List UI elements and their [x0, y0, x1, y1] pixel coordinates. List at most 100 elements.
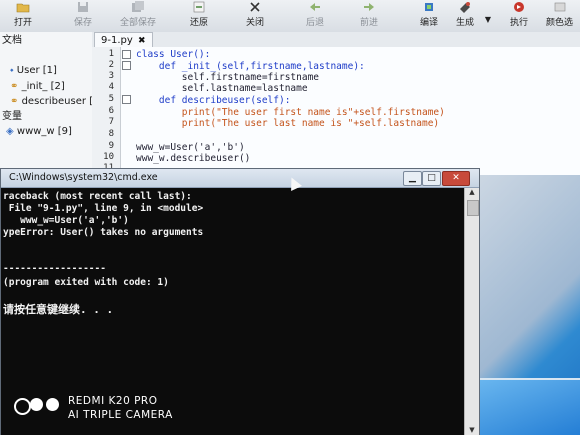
- tree-item-label: describeuser [5: [21, 96, 100, 107]
- line-number: 2: [108, 60, 114, 70]
- folder-icon: [16, 3, 30, 13]
- arrow-right-icon: [364, 3, 374, 11]
- variable-icon: ◈: [6, 126, 14, 137]
- open-label: 打开: [14, 18, 33, 28]
- watermark-dots: [14, 398, 74, 416]
- tree-item-init[interactable]: ⚭ _init_ [2]: [10, 80, 65, 94]
- forward-label: 前进: [360, 18, 379, 28]
- save-icon: [78, 2, 88, 12]
- tree-item-label: www_w [9]: [16, 126, 72, 137]
- tree-item-label: _init_ [2]: [21, 81, 65, 92]
- cmd-titlebar[interactable]: C:\Windows\system32\cmd.exe ▁ □ ✕: [1, 169, 479, 188]
- compile-icon: [425, 3, 433, 11]
- line-number: 4: [108, 82, 114, 92]
- code-line: class User():: [136, 49, 211, 60]
- line-number-gutter: 1 2 3 4 5 6 7 8 9 10 11: [92, 47, 121, 175]
- cmd-title: C:\Windows\system32\cmd.exe: [9, 172, 158, 183]
- tree-item-describeuser[interactable]: ⚭ describeuser [5: [10, 95, 99, 109]
- revert-label: 还原: [190, 18, 209, 28]
- line-number: 8: [108, 129, 114, 139]
- close-label: 关闭: [246, 18, 265, 28]
- back-button[interactable]: 后退: [306, 0, 324, 32]
- fold-toggle[interactable]: [122, 61, 131, 70]
- code-line: print("The user first name is"+self.firs…: [136, 107, 445, 118]
- editor-tabbar: 9-1.py ✖: [92, 32, 580, 48]
- tab-close-icon[interactable]: ✖: [138, 36, 146, 46]
- watermark-model: REDMI K20 PRO: [68, 395, 158, 407]
- arrow-left-icon: [310, 3, 320, 11]
- cmd-scrollbar[interactable]: ▲ ▼: [464, 188, 479, 435]
- class-icon: ⬩: [10, 65, 14, 76]
- tree-header: 文档: [2, 35, 22, 46]
- compile-label: 编译: [420, 18, 439, 28]
- line-number: 3: [108, 71, 114, 81]
- output-line: ypeError: User() takes no arguments: [3, 227, 204, 238]
- color-picker-icon: [554, 2, 565, 12]
- code-editor[interactable]: 1 2 3 4 5 6 7 8 9 10 11 class User(): de…: [92, 47, 580, 175]
- revert-icon: [193, 1, 205, 13]
- monitor-screen: 打开 保存 全部保存 还原 关闭 后退 前进 编译 生成 ▼ 执行 颜色选 文档…: [0, 0, 580, 435]
- method-icon: ⚭: [10, 96, 19, 107]
- execute-button[interactable]: 执行: [510, 0, 528, 32]
- save-label: 保存: [74, 18, 93, 28]
- scroll-thumb[interactable]: [467, 200, 479, 216]
- color-picker-label: 颜色选: [546, 18, 574, 28]
- build-button[interactable]: 生成: [456, 0, 474, 32]
- forward-button[interactable]: 前进: [360, 0, 378, 32]
- fold-toggle[interactable]: [122, 50, 131, 59]
- watermark-dot: [14, 398, 31, 415]
- symbol-tree: 文档 ⬩ User [1] ⚭ _init_ [2] ⚭ describeuse…: [0, 32, 99, 172]
- tree-item-user[interactable]: ⬩ User [1]: [10, 64, 57, 78]
- minimize-icon: ▁: [409, 173, 416, 183]
- line-number: 7: [108, 117, 114, 127]
- execute-label: 执行: [510, 18, 529, 28]
- close-icon: ✕: [452, 173, 460, 183]
- color-picker-button[interactable]: 颜色选: [546, 0, 573, 32]
- code-line: def describeuser(self):: [136, 95, 291, 106]
- tree-section-variables: 变量: [2, 111, 22, 122]
- background-window: [478, 378, 580, 435]
- output-line: File "9-1.py", line 9, in <module>: [3, 203, 204, 214]
- maximize-icon: □: [427, 173, 436, 183]
- code-line: www_w=User('a','b'): [136, 142, 245, 153]
- toolbar: 打开 保存 全部保存 还原 关闭 后退 前进 编译 生成 ▼ 执行 颜色选: [0, 0, 580, 33]
- fold-toggle[interactable]: [122, 95, 131, 104]
- close-button[interactable]: 关闭: [246, 0, 264, 32]
- output-line: raceback (most recent call last):: [3, 191, 192, 202]
- code-line: self.firstname=firstname: [136, 72, 320, 83]
- tree-item-label: User [1]: [16, 65, 57, 76]
- save-all-button[interactable]: 全部保存: [120, 0, 156, 32]
- code-line: www_w.describeuser(): [136, 153, 251, 164]
- tree-item-www-w[interactable]: ◈ www_w [9]: [6, 125, 72, 139]
- tab-9-1-py[interactable]: 9-1.py ✖: [94, 32, 153, 48]
- line-number: 1: [108, 49, 114, 59]
- close-window-button[interactable]: ✕: [442, 171, 470, 186]
- open-button[interactable]: 打开: [14, 0, 32, 32]
- compile-button[interactable]: 编译: [420, 0, 438, 32]
- build-dropdown[interactable]: ▼: [484, 10, 492, 24]
- output-line: 请按任意键继续. . .: [3, 303, 114, 316]
- maximize-button[interactable]: □: [422, 171, 441, 186]
- code-line: def _init_(self,firstname,lastname):: [136, 61, 365, 72]
- minimize-button[interactable]: ▁: [403, 171, 422, 186]
- watermark-dot: [30, 398, 43, 411]
- execute-icon: [514, 2, 524, 12]
- code-line: print("The user last name is "+self.last…: [136, 118, 440, 129]
- output-line: ------------------: [3, 263, 106, 274]
- revert-button[interactable]: 还原: [190, 0, 208, 32]
- line-number: 5: [108, 94, 114, 104]
- watermark-camera: AI TRIPLE CAMERA: [68, 409, 173, 421]
- scroll-up-icon[interactable]: ▲: [467, 188, 477, 198]
- save-all-label: 全部保存: [120, 18, 157, 28]
- save-button[interactable]: 保存: [74, 0, 92, 32]
- build-label: 生成: [456, 18, 475, 28]
- output-line: (program exited with code: 1): [3, 277, 169, 288]
- tab-label: 9-1.py: [101, 35, 133, 46]
- output-line: www_w=User('a','b'): [3, 215, 129, 226]
- line-number: 10: [103, 152, 114, 162]
- code-line: self.lastname=lastname: [136, 83, 308, 94]
- method-icon: ⚭: [10, 81, 19, 92]
- scroll-down-icon[interactable]: ▼: [467, 426, 477, 435]
- line-number: 6: [108, 106, 114, 116]
- line-number: 9: [108, 141, 114, 151]
